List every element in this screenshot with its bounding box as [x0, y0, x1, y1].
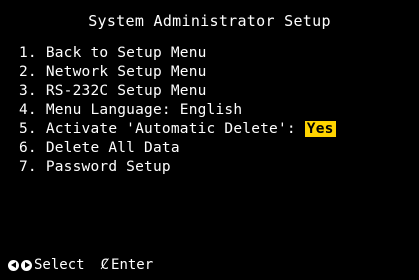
menu-item-automatic-delete[interactable]: 5. Activate 'Automatic Delete': Yes — [19, 120, 336, 139]
automatic-delete-value[interactable]: Yes — [304, 121, 336, 137]
select-hint-label: Select — [34, 257, 85, 273]
menu: 1. Back to Setup Menu 2. Network Setup M… — [19, 44, 336, 177]
menu-item-menu-language[interactable]: 4. Menu Language: English — [19, 101, 336, 120]
enter-hint-label: Enter — [111, 257, 154, 273]
menu-item-number: 2. — [19, 64, 37, 80]
menu-item-number: 5. — [19, 121, 37, 137]
menu-item-label: Delete All Data — [45, 140, 180, 156]
menu-item-back-to-setup[interactable]: 1. Back to Setup Menu — [19, 44, 336, 63]
right-arrow-circle-icon — [21, 259, 32, 271]
menu-item-number: 3. — [19, 83, 37, 99]
menu-item-network-setup[interactable]: 2. Network Setup Menu — [19, 63, 336, 82]
menu-item-number: 7. — [19, 159, 37, 175]
menu-item-label: Password Setup — [45, 159, 171, 175]
menu-item-password-setup[interactable]: 7. Password Setup — [19, 158, 336, 177]
menu-item-number: 1. — [19, 45, 37, 61]
left-arrow-circle-icon — [8, 259, 19, 271]
enter-icon: Ȼ — [100, 257, 110, 273]
menu-item-label: RS-232C Setup Menu — [45, 83, 207, 99]
menu-item-rs232c-setup[interactable]: 3. RS-232C Setup Menu — [19, 82, 336, 101]
menu-item-number: 4. — [19, 102, 37, 118]
menu-item-label: Back to Setup Menu — [45, 45, 207, 61]
menu-item-label: Network Setup Menu — [45, 64, 207, 80]
menu-item-delete-all-data[interactable]: 6. Delete All Data — [19, 139, 336, 158]
menu-item-label: Menu Language: English — [45, 102, 243, 118]
menu-item-label: Activate 'Automatic Delete': — [45, 121, 296, 137]
page-title: System Administrator Setup — [88, 12, 331, 30]
screen: System Administrator Setup 1. Back to Se… — [0, 0, 419, 280]
menu-item-number: 6. — [19, 140, 37, 156]
footer-hints: Select Ȼ Enter — [8, 257, 153, 273]
